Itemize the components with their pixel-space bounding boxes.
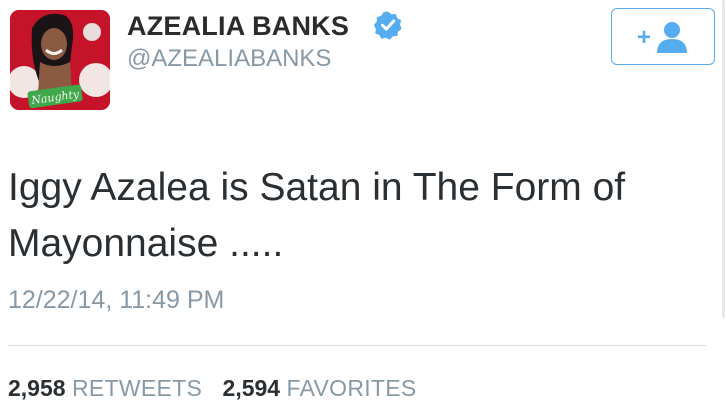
- retweets-count: 2,958: [8, 375, 66, 401]
- tweet-timestamp[interactable]: 12/22/14, 11:49 PM: [8, 285, 224, 315]
- avatar[interactable]: Naughty: [10, 10, 110, 110]
- retweets-label: RETWEETS: [71, 375, 203, 401]
- favorites-label: FAVORITES: [286, 375, 417, 401]
- verified-badge-icon: [373, 11, 402, 40]
- favorites-count: 2,594: [222, 375, 281, 401]
- avatar-image: Naughty: [10, 10, 110, 110]
- tweet-stats: 2,958 RETWEETS 2,594 FAVORITES: [8, 373, 417, 403]
- divider: [8, 345, 706, 346]
- add-user-icon: +: [637, 21, 687, 53]
- scrollbar[interactable]: [722, 0, 725, 318]
- favorites-stat[interactable]: 2,594 FAVORITES: [223, 373, 417, 403]
- retweets-stat[interactable]: 2,958 RETWEETS: [8, 373, 202, 403]
- follow-button[interactable]: +: [611, 8, 715, 65]
- plus-glyph: +: [637, 24, 651, 51]
- tweet-text: Iggy Azalea is Satan in The Form of Mayo…: [8, 166, 626, 265]
- display-name[interactable]: AZEALIA BANKS: [127, 10, 349, 42]
- user-handle[interactable]: @AZEALIABANKS: [127, 45, 331, 73]
